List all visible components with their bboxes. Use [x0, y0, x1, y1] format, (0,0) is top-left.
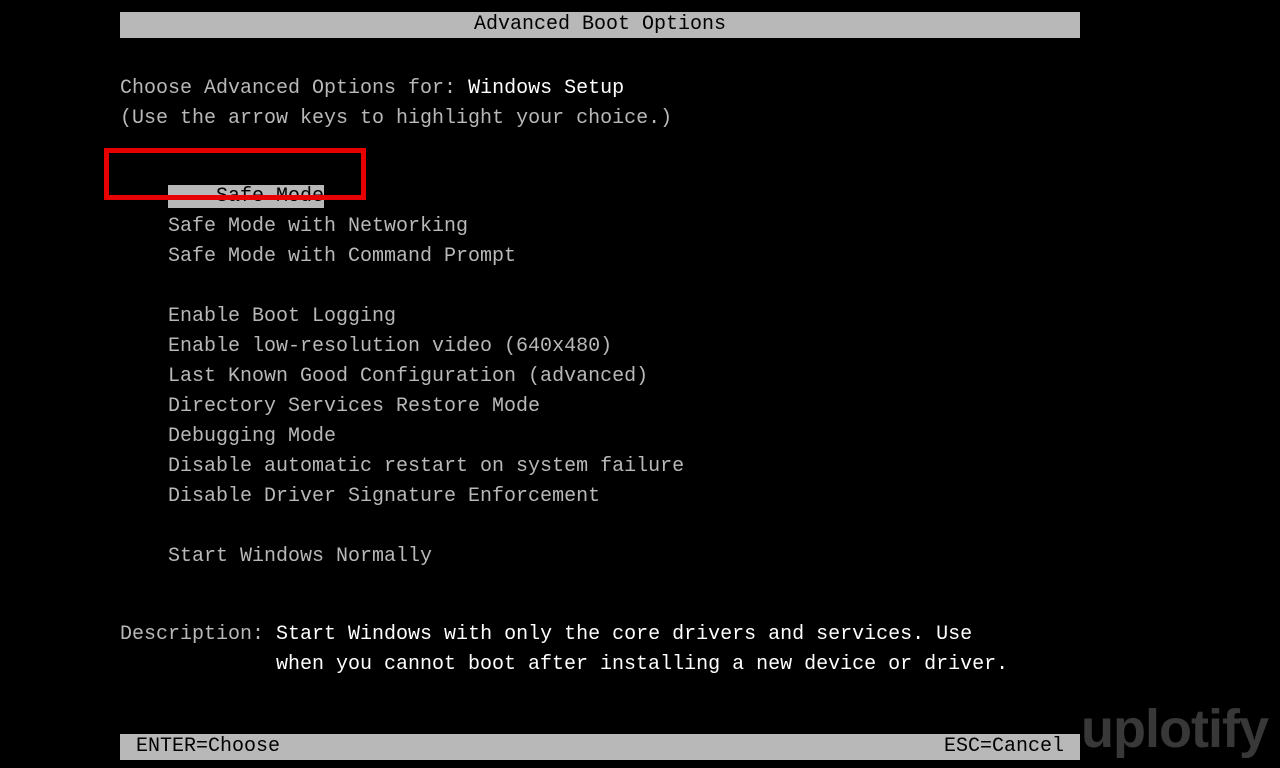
option-disable-driver-sig[interactable]: Disable Driver Signature Enforcement: [168, 482, 1080, 512]
prompt-target: Windows Setup: [468, 77, 624, 100]
option-debugging[interactable]: Debugging Mode: [168, 422, 1080, 452]
footer-bar: ENTER=Choose ESC=Cancel: [120, 734, 1080, 760]
prompt-prefix: Choose Advanced Options for:: [120, 77, 468, 100]
option-ds-restore[interactable]: Directory Services Restore Mode: [168, 392, 1080, 422]
description-block: Description: Start Windows with only the…: [120, 620, 1080, 680]
title-text: Advanced Boot Options: [474, 13, 726, 36]
description-label: Description:: [120, 623, 276, 646]
footer-enter-hint: ENTER=Choose: [136, 734, 280, 760]
group-gap-1: [168, 272, 1080, 302]
prompt-line-1: Choose Advanced Options for: Windows Set…: [120, 74, 1080, 104]
option-boot-logging[interactable]: Enable Boot Logging: [168, 302, 1080, 332]
option-safe-mode[interactable]: Safe Mode: [168, 182, 324, 212]
description-text-2: when you cannot boot after installing a …: [276, 650, 1080, 680]
footer-esc-hint: ESC=Cancel: [944, 734, 1064, 760]
description-text-1: Start Windows with only the core drivers…: [276, 623, 972, 646]
content-area: Choose Advanced Options for: Windows Set…: [120, 74, 1080, 680]
description-line-1: Description: Start Windows with only the…: [120, 620, 1080, 650]
options-list[interactable]: Safe Mode Safe Mode with Networking Safe…: [168, 182, 1080, 572]
option-last-known-good[interactable]: Last Known Good Configuration (advanced): [168, 362, 1080, 392]
option-safe-mode-networking[interactable]: Safe Mode with Networking: [168, 212, 1080, 242]
option-start-normally[interactable]: Start Windows Normally: [168, 542, 1080, 572]
option-low-res-video[interactable]: Enable low-resolution video (640x480): [168, 332, 1080, 362]
option-disable-auto-restart[interactable]: Disable automatic restart on system fail…: [168, 452, 1080, 482]
prompt-hint: (Use the arrow keys to highlight your ch…: [120, 104, 1080, 134]
title-bar: Advanced Boot Options: [120, 12, 1080, 38]
group-gap-2: [168, 512, 1080, 542]
watermark: uplotify: [1081, 698, 1268, 760]
option-safe-mode-cmd[interactable]: Safe Mode with Command Prompt: [168, 242, 1080, 272]
